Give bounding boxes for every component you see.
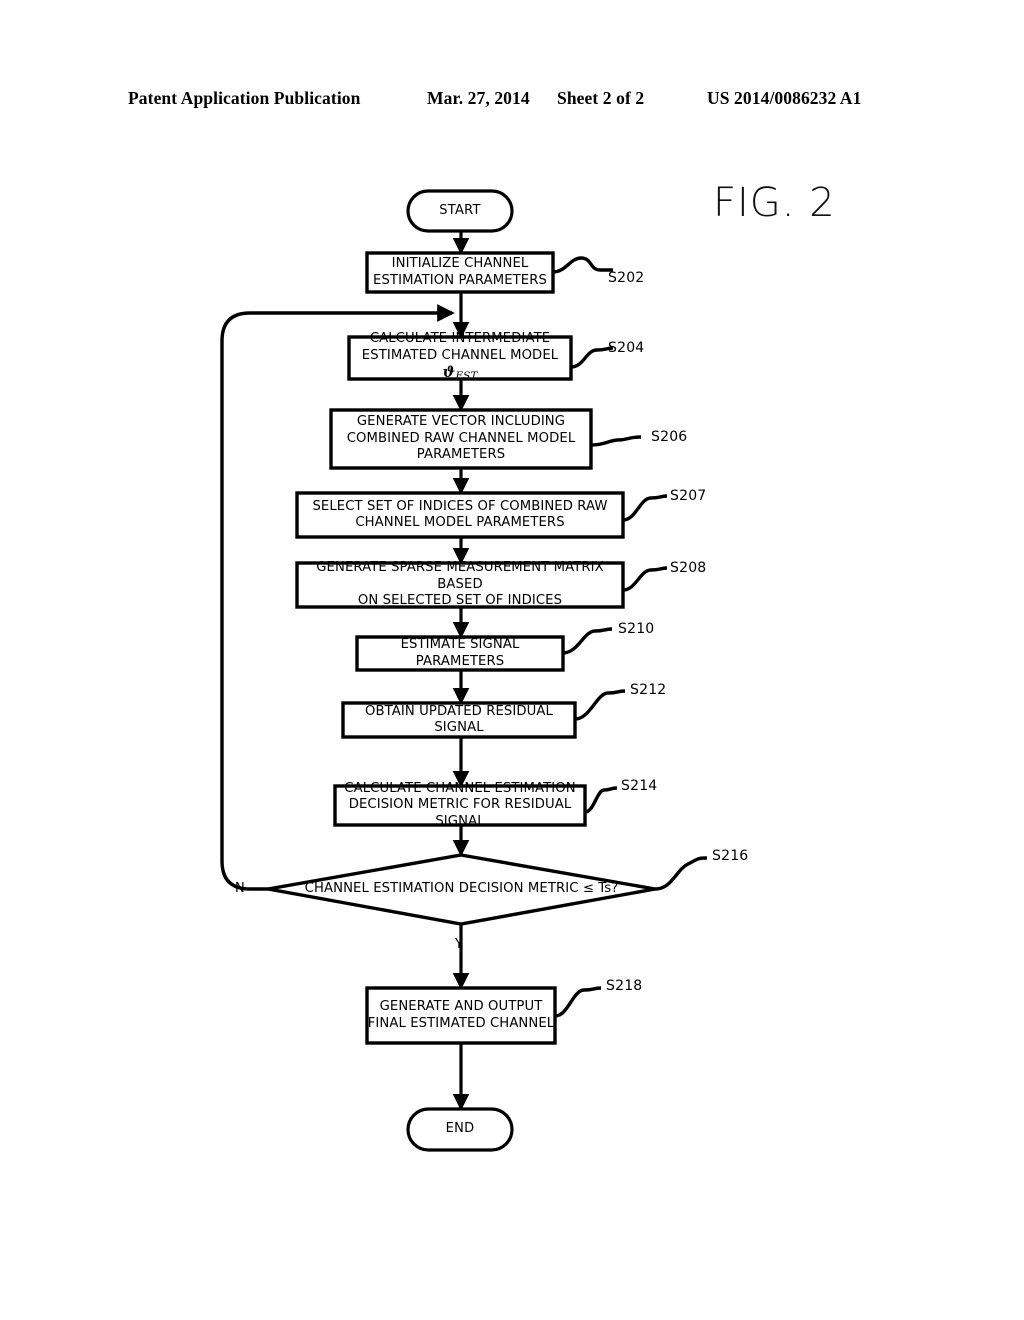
node-s214-shape — [333, 784, 587, 827]
leader-s214 — [584, 786, 618, 814]
step-label-s206: S206 — [651, 429, 688, 445]
node-s216-shape — [267, 853, 656, 926]
leader-s218 — [554, 986, 602, 1018]
step-label-s214: S214 — [621, 778, 658, 794]
step-label-s207: S207 — [670, 488, 707, 504]
step-label-s210: S210 — [618, 621, 655, 637]
node-s210-shape — [355, 635, 565, 672]
step-label-s208: S208 — [670, 560, 707, 576]
step-label-s204: S204 — [608, 340, 645, 356]
step-label-s218: S218 — [606, 978, 643, 994]
node-s218-shape — [365, 986, 557, 1045]
step-label-s216: S216 — [712, 848, 749, 864]
node-s204-shape — [347, 335, 573, 381]
node-s208-shape — [295, 561, 625, 609]
branch-label-yes: Y — [455, 937, 463, 952]
node-s202-shape — [365, 251, 555, 294]
node-start-shape — [406, 189, 514, 233]
node-s212-shape — [341, 701, 577, 739]
branch-label-no: N — [235, 881, 245, 896]
step-label-s212: S212 — [630, 682, 667, 698]
node-s206-shape — [329, 408, 593, 470]
leader-s210 — [562, 627, 613, 655]
node-end-shape — [406, 1107, 514, 1152]
leader-s202 — [552, 256, 613, 274]
leader-s207 — [622, 494, 668, 522]
node-s207-shape — [295, 491, 625, 539]
flowchart-diagram — [220, 189, 708, 1152]
leader-s208 — [622, 566, 668, 592]
leader-s204 — [570, 346, 614, 369]
leader-s216 — [654, 856, 708, 891]
step-label-s202: S202 — [608, 270, 645, 286]
leader-s206 — [590, 435, 642, 447]
leader-s212 — [574, 689, 626, 721]
